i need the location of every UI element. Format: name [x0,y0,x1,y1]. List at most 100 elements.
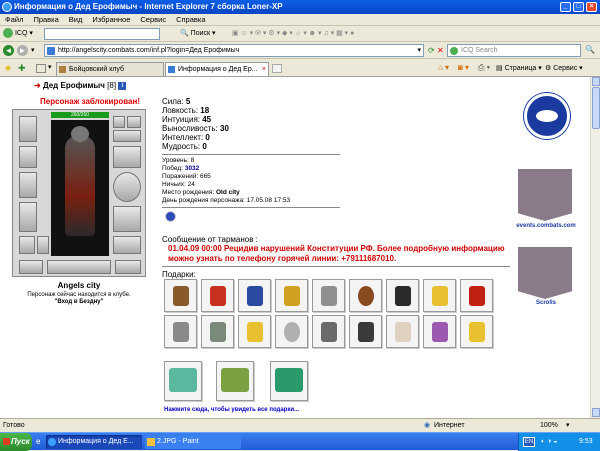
slot-gloves[interactable] [113,146,141,168]
scrolls-link[interactable]: Scrolls [508,300,584,306]
slot-armor[interactable] [19,202,37,232]
gift-item[interactable] [201,315,234,348]
slot-leggings[interactable] [113,206,141,232]
quicklaunch-ie-icon[interactable]: e [36,437,40,446]
scrolls-banner-icon[interactable] [518,247,572,299]
gift-item[interactable] [349,279,382,312]
gift-item[interactable] [275,279,308,312]
slot-belt[interactable] [19,236,35,254]
gift-item[interactable] [349,315,382,348]
gift-item[interactable] [312,315,345,348]
gift-item[interactable] [386,315,419,348]
menu-tools[interactable]: Сервис [135,14,171,26]
forward-arrow-icon[interactable]: ► [17,45,28,56]
search-icon[interactable]: 🔍 [585,45,595,54]
icq-button[interactable]: ICQ ▾ [3,28,33,40]
stat-intuition: Интуиция: 45 [162,115,212,124]
gift-item[interactable] [460,315,493,348]
slot-earring[interactable] [113,116,125,128]
menu-help[interactable]: Справка [171,14,210,26]
gift-item[interactable] [460,279,493,312]
character-name[interactable]: Дед Ерофимыч [43,81,105,90]
vertical-scrollbar[interactable] [590,77,600,418]
gift-item[interactable] [201,279,234,312]
icq-search-input[interactable]: ICQ Search [447,44,581,57]
slot-bracers[interactable] [19,146,37,168]
slot-shield[interactable] [113,172,141,202]
all-gifts-link[interactable]: Нажмите сюда, чтобы увидеть все подарки.… [164,407,299,413]
gift-item[interactable] [238,315,271,348]
events-link[interactable]: events.combats.com [508,223,584,229]
tab-list-icon[interactable] [36,64,46,73]
tray-icons[interactable]: ◐ ◑ ◒ [541,433,558,451]
gift-item[interactable] [238,279,271,312]
home-icon[interactable]: ⌂ ▾ [438,63,449,72]
clan-badge-icon[interactable] [524,93,570,139]
slot-rings[interactable] [113,130,141,142]
tab-close-icon[interactable]: × [262,63,266,76]
gift-item[interactable] [275,315,308,348]
stat-strength: Сила: 5 [162,97,191,106]
character-header: ➜ Дед Ерофимыч [8] i [34,81,127,90]
tab-info[interactable]: Информация о Дед Ер... × [165,62,269,76]
gift-item[interactable] [386,279,419,312]
chevron-down-icon[interactable]: ▾ [31,46,35,54]
slot-amulet[interactable] [127,116,141,128]
address-input[interactable]: http://angelscity.combats.com/inf.pl?log… [44,44,424,57]
gift-item[interactable] [164,315,197,348]
address-dropdown-icon[interactable]: ▾ [417,45,421,56]
divider [162,154,340,155]
scroll-down-button[interactable] [592,408,600,417]
gifts-title: Подарки: [162,270,196,279]
slot-belt-row[interactable] [47,260,111,274]
events-banner-icon[interactable] [518,169,572,221]
menu-favorites[interactable]: Избранное [87,14,135,26]
zoom-level[interactable]: 100% [540,419,558,432]
slot-belt-item[interactable] [115,260,141,274]
refresh-icon[interactable]: ⟳ [428,46,435,55]
task-paint[interactable]: 2.JPG - Paint [145,435,241,449]
info-icon[interactable]: i [118,81,127,90]
slot-weapon[interactable] [19,172,37,198]
menu-edit[interactable]: Правка [28,14,63,26]
print-icon[interactable]: ⎙ ▾ [478,63,490,73]
slot-pocket[interactable] [37,236,49,254]
language-indicator[interactable]: EN [523,437,535,447]
gift-item[interactable] [164,279,197,312]
scroll-thumb[interactable] [592,87,600,129]
gift-card[interactable] [270,361,308,401]
maximize-button[interactable]: □ [573,2,584,12]
menu-view[interactable]: Вид [64,14,88,26]
search-button[interactable]: 🔍 Поиск ▾ [180,28,216,40]
clan-emblem-icon[interactable] [165,211,176,222]
icq-dropdown[interactable] [44,28,160,40]
stop-icon[interactable]: ✕ [437,46,444,55]
favorites-star-icon[interactable]: ★ [4,63,12,74]
gift-item[interactable] [312,279,345,312]
info-level: Уровень: 8 [162,157,195,164]
tools-menu-button[interactable]: ⚙ Сервис ▾ [545,64,583,72]
gift-card[interactable] [216,361,254,401]
scroll-up-button[interactable] [592,77,600,86]
add-favorites-icon[interactable]: ✚ [18,63,26,74]
tab-fight-club[interactable]: Бойцовский клуб [56,62,164,76]
slot-helmet[interactable] [19,116,37,142]
back-arrow-icon[interactable]: ◄ [3,45,14,56]
stat-endurance: Выносливость: 30 [162,124,229,133]
toolbar-icons-group[interactable]: ▣ ☺ ▾ ✉ ▾ ⚙ ▾ ◆ ▾ ☼ ▾ ☻ ▾ ♫ ▾ ▦ ▾ ● [232,28,354,40]
close-button[interactable]: × [586,2,597,12]
zoom-dropdown-icon[interactable]: ▾ [566,419,570,432]
new-tab-button[interactable] [272,64,282,73]
tab-list-dropdown-icon[interactable]: ▾ [48,63,52,71]
minimize-button[interactable]: _ [560,2,571,12]
slot-boots[interactable] [113,236,141,254]
task-ie[interactable]: Информация о Дед Е... [46,435,142,449]
menu-file[interactable]: Файл [0,14,28,26]
page-menu-button[interactable]: ▤ Страница ▾ [496,64,542,72]
gift-card[interactable] [164,361,202,401]
gift-item[interactable] [423,279,456,312]
status-text: Готово [3,422,25,429]
gift-item[interactable] [423,315,456,348]
rss-icon[interactable]: ◙ ▾ [458,63,469,72]
slot-belt-item[interactable] [19,260,43,274]
